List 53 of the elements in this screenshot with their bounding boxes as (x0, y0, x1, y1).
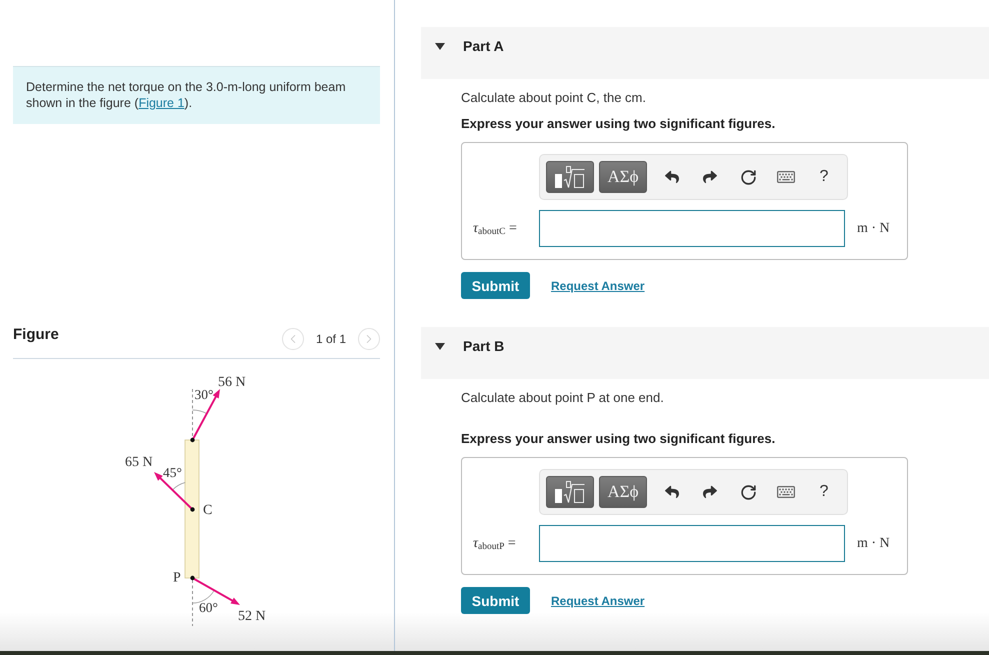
radical-template-icon (555, 166, 585, 188)
request-answer-link[interactable]: Request Answer (551, 594, 645, 608)
request-answer-link[interactable]: Request Answer (551, 278, 645, 292)
reference-line (192, 580, 193, 626)
point-label: C (203, 503, 212, 518)
undo-icon (665, 485, 679, 499)
force-arrow (192, 577, 240, 605)
point-label: P (173, 570, 181, 586)
point-dot (190, 507, 195, 512)
figure-link[interactable]: Figure 1 (138, 96, 184, 110)
redo-icon (703, 485, 717, 499)
part-header[interactable]: Part A (421, 27, 989, 79)
redo-icon (703, 170, 717, 184)
help-button[interactable]: ? (812, 165, 836, 189)
angle-label: 60° (199, 600, 218, 615)
answer-input[interactable] (539, 525, 845, 562)
templates-button[interactable] (546, 161, 594, 193)
problem-statement: Determine the net torque on the 3.0-m-long uniform beam shown in the figure (Figure 1). (13, 66, 380, 124)
answer-label: τ$_{aboutP}$ = (473, 534, 517, 552)
force-label: 56 N (218, 375, 246, 390)
circular-arrow-icon (740, 168, 756, 186)
part-header[interactable]: Part B (421, 327, 989, 379)
page-counter: 1 of 1 (316, 332, 346, 346)
figure-title: Figure (13, 326, 59, 344)
force-label: 65 N (125, 455, 153, 470)
submit-button[interactable]: Submit (461, 587, 530, 614)
keyboard-icon (777, 483, 795, 501)
radical-template-icon (555, 481, 585, 503)
circular-arrow-icon (740, 484, 756, 500)
angle-arc (192, 410, 208, 414)
submit-button[interactable]: Submit (461, 272, 530, 299)
answer-input[interactable] (539, 210, 845, 247)
force-arrow (192, 389, 220, 440)
templates-button[interactable] (546, 476, 594, 508)
force-label: 52 N (238, 609, 266, 624)
symbols-button[interactable]: ΑΣϕ (599, 161, 647, 193)
question-prompt: Calculate about point C, the cm. (461, 90, 647, 106)
point-dot (190, 576, 195, 580)
symbols-button[interactable]: ΑΣϕ (599, 476, 647, 508)
angle-arc (172, 482, 186, 490)
angle-label: 30° (194, 387, 214, 402)
angle-arc (192, 590, 214, 604)
undo-icon (665, 170, 679, 184)
answer-instruction: Express your answer using two significant figures. (461, 116, 776, 132)
unit-label: m · N (857, 536, 890, 552)
unit-label: m · N (857, 220, 890, 236)
question-prompt: Calculate about point P at one end. (461, 390, 665, 406)
keyboard-icon (777, 168, 795, 186)
help-button[interactable]: ? (812, 480, 836, 504)
angle-label: 45° (163, 465, 182, 480)
point-dot (190, 438, 195, 442)
answer-instruction: Express your answer using two significant figures. (461, 431, 776, 447)
answer-label: τ$_{aboutC}$ = (473, 220, 518, 238)
